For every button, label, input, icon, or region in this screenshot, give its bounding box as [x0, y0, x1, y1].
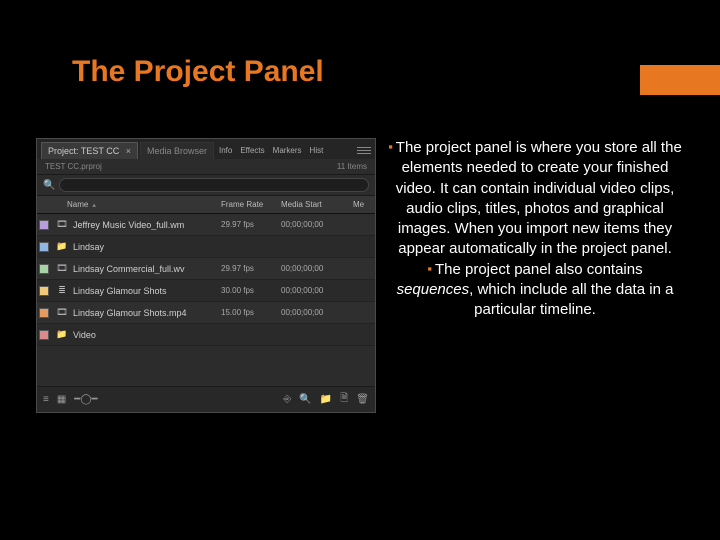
row-frame-rate: 15.00 fps [221, 308, 281, 317]
tab-history[interactable]: Hist [307, 146, 327, 155]
table-row[interactable]: 📁 Lindsay [37, 236, 375, 258]
table-row[interactable]: 🎞 Lindsay Commercial_full.wv 29.97 fps 0… [37, 258, 375, 280]
search-icon[interactable]: 🔍 [43, 180, 55, 191]
tab-effects[interactable]: Effects [237, 146, 267, 155]
panel-menu-icon[interactable] [357, 145, 371, 157]
project-file-name: TEST CC.prproj [45, 162, 102, 171]
row-media-start: 00;00;00;00 [281, 220, 353, 229]
row-media-start: 00;00;00;00 [281, 264, 353, 273]
label-swatch[interactable] [39, 308, 49, 318]
bin-icon: 📁 [55, 328, 69, 342]
sort-asc-icon[interactable]: ▴ [92, 201, 96, 209]
content: Project: TEST CC × Media Browser Info Ef… [36, 138, 682, 413]
sequence-icon: ≣ [55, 284, 69, 298]
panel-subheader: TEST CC.prproj 11 Items [37, 159, 375, 175]
close-icon[interactable]: × [126, 146, 131, 156]
project-panel: Project: TEST CC × Media Browser Info Ef… [36, 138, 376, 413]
rows: 🎞 Jeffrey Music Video_full.wm 29.97 fps … [37, 214, 375, 346]
bullet-list: ▪The project panel is where you store al… [388, 138, 682, 413]
bullet-2: ▪The project panel also contains sequenc… [388, 260, 682, 321]
label-swatch[interactable] [39, 264, 49, 274]
item-count: 11 Items [337, 162, 367, 171]
bullet-2-text-a: The project panel also contains [435, 261, 643, 278]
row-frame-rate: 29.97 fps [221, 220, 281, 229]
bullet-1: ▪The project panel is where you store al… [388, 138, 682, 260]
icon-view-icon[interactable]: ▦ [57, 394, 66, 405]
table-row[interactable]: 📁 Video [37, 324, 375, 346]
clip-icon: 🎞 [55, 218, 69, 232]
row-name: Video [71, 330, 221, 340]
clip-icon: 🎞 [55, 306, 69, 320]
row-name: Lindsay Glamour Shots.mp4 [71, 308, 221, 318]
row-name: Lindsay Glamour Shots [71, 286, 221, 296]
tab-project-label: Project: TEST CC [48, 146, 119, 156]
delete-icon[interactable]: 🗑 [356, 394, 369, 405]
panel-footer: ≡ ▦ ━◯━ ⎆ 🔍 📁 🗎 🗑 [37, 386, 375, 412]
col-frame-rate[interactable]: Frame Rate [221, 200, 281, 209]
row-media-start: 00;00;00;00 [281, 286, 353, 295]
find-icon[interactable]: 🔍 [299, 394, 311, 405]
column-headers: Name ▴ Frame Rate Media Start Me [37, 196, 375, 214]
list-view-icon[interactable]: ≡ [43, 394, 49, 405]
bullet-2-text-c: , which include all the data in a partic… [469, 281, 673, 318]
col-media-end[interactable]: Me [353, 200, 375, 209]
bin-icon: 📁 [55, 240, 69, 254]
tab-project[interactable]: Project: TEST CC × [41, 142, 138, 159]
row-name: Lindsay [71, 242, 221, 252]
row-frame-rate: 30.00 fps [221, 286, 281, 295]
search-input[interactable] [59, 178, 369, 192]
tab-info[interactable]: Info [216, 146, 235, 155]
bullet-2-italic: sequences [397, 281, 470, 298]
col-name[interactable]: Name [67, 200, 88, 209]
bullet-icon: ▪ [427, 261, 432, 276]
new-bin-icon[interactable]: 📁 [320, 394, 332, 405]
search-bar: 🔍 [37, 175, 375, 196]
automate-icon[interactable]: ⎆ [283, 394, 291, 405]
label-swatch[interactable] [39, 242, 49, 252]
bullet-1-text: The project panel is where you store all… [396, 139, 682, 257]
row-name: Lindsay Commercial_full.wv [71, 264, 221, 274]
tab-media-browser[interactable]: Media Browser [140, 142, 214, 159]
bullet-icon: ▪ [388, 139, 393, 154]
table-row[interactable]: ≣ Lindsay Glamour Shots 30.00 fps 00;00;… [37, 280, 375, 302]
panel-tabs: Project: TEST CC × Media Browser Info Ef… [37, 139, 375, 159]
row-frame-rate: 29.97 fps [221, 264, 281, 273]
table-row[interactable]: 🎞 Lindsay Glamour Shots.mp4 15.00 fps 00… [37, 302, 375, 324]
slide-title: The Project Panel [72, 55, 324, 89]
row-name: Jeffrey Music Video_full.wm [71, 220, 221, 230]
new-item-icon[interactable]: 🗎 [340, 391, 348, 408]
col-media-start[interactable]: Media Start [281, 200, 353, 209]
clip-icon: 🎞 [55, 262, 69, 276]
label-swatch[interactable] [39, 286, 49, 296]
row-media-start: 00;00;00;00 [281, 308, 353, 317]
label-swatch[interactable] [39, 220, 49, 230]
table-row[interactable]: 🎞 Jeffrey Music Video_full.wm 29.97 fps … [37, 214, 375, 236]
accent-box [640, 65, 720, 95]
zoom-slider[interactable]: ━◯━ [74, 394, 97, 405]
empty-area [37, 346, 375, 386]
label-swatch[interactable] [39, 330, 49, 340]
tab-markers[interactable]: Markers [270, 146, 305, 155]
